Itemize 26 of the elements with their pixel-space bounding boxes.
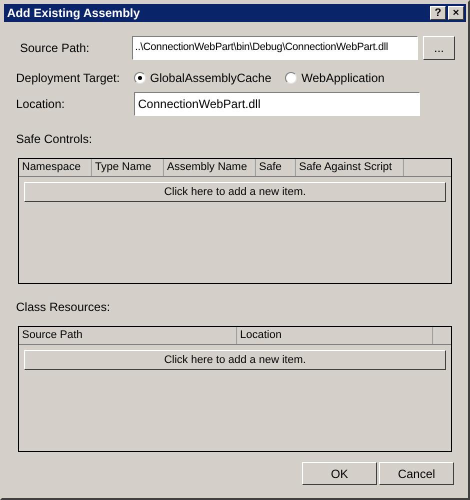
source-path-field[interactable]: ..\ConnectionWebPart\bin\Debug\ConnectionWebPart.dll bbox=[132, 36, 418, 60]
window-title: Add Existing Assembly bbox=[7, 5, 140, 22]
column-header[interactable]: Location bbox=[237, 327, 433, 344]
add-item-button[interactable]: Click here to add a new item. bbox=[24, 182, 446, 202]
field-label: Source Path: bbox=[20, 40, 90, 57]
column-header[interactable]: Safe bbox=[256, 159, 296, 176]
help-button[interactable]: ? bbox=[430, 6, 446, 20]
radio-button[interactable] bbox=[134, 72, 146, 84]
section-label: Class Resources: bbox=[16, 299, 110, 316]
add-item-button[interactable]: Click here to add a new item. bbox=[24, 350, 446, 370]
section-label: Safe Controls: bbox=[16, 131, 92, 148]
radio-button[interactable] bbox=[285, 72, 298, 84]
browse-button[interactable]: ... bbox=[423, 36, 455, 60]
cancel-button[interactable]: Cancel bbox=[379, 462, 454, 485]
column-header[interactable]: Source Path bbox=[19, 327, 237, 344]
field-label: Deployment Target: bbox=[16, 70, 121, 87]
field-label: Location: bbox=[16, 96, 66, 113]
location-field[interactable]: ConnectionWebPart.dll bbox=[134, 92, 420, 116]
column-header[interactable]: Type Name bbox=[92, 159, 164, 176]
column-header[interactable]: Namespace bbox=[19, 159, 92, 176]
column-header[interactable]: Assembly Name bbox=[164, 159, 256, 176]
close-button[interactable]: × bbox=[448, 6, 464, 20]
column-header[interactable]: Safe Against Script bbox=[296, 159, 404, 176]
radio-option[interactable]: WebApplication bbox=[285, 69, 385, 87]
radio-option[interactable]: GlobalAssemblyCache bbox=[134, 69, 272, 87]
ok-button[interactable]: OK bbox=[302, 462, 377, 485]
